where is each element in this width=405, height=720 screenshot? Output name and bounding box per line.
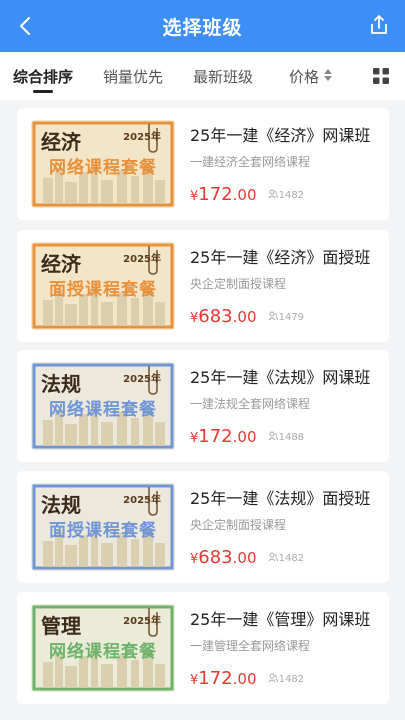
course-card[interactable]: 经济 2025年 网络课程套餐 25年一建《经济》网课班 一建经济全套网络课程 … bbox=[17, 108, 389, 220]
course-title: 25年一建《经济》网课班 bbox=[190, 126, 371, 145]
course-subtitle: 一建经济全套网络课程 bbox=[190, 155, 311, 169]
course-subtitle: 一建管理全套网络课程 bbox=[190, 639, 311, 653]
people-icon bbox=[268, 552, 278, 562]
course-info: 25年一建《经济》面授班 央企定制面授课程 ¥683.00 1479 bbox=[190, 244, 380, 327]
course-card[interactable]: 法规 2025年 面授课程套餐 25年一建《法规》面授班 央企定制面授课程 ¥6… bbox=[17, 471, 389, 583]
tab-newest[interactable]: 最新班级 bbox=[193, 66, 253, 87]
active-tab-indicator bbox=[33, 90, 53, 93]
course-price: ¥683.00 bbox=[190, 547, 257, 568]
thumbnail-kind: 网络课程套餐 bbox=[49, 642, 157, 662]
thumbnail-year: 2025年 bbox=[123, 254, 161, 265]
course-thumbnail: 法规 2025年 面授课程套餐 bbox=[31, 483, 175, 571]
price-row: ¥172.00 1482 bbox=[190, 668, 304, 689]
thumbnail-year: 2025年 bbox=[123, 495, 161, 506]
price-integer: 172 bbox=[198, 426, 233, 447]
course-thumbnail: 经济 2025年 网络课程套餐 bbox=[31, 120, 175, 208]
course-title: 25年一建《管理》网课班 bbox=[190, 610, 371, 629]
count-value: 1479 bbox=[278, 312, 305, 323]
thumbnail-subject: 法规 bbox=[41, 372, 81, 396]
price-row: ¥172.00 1488 bbox=[190, 426, 304, 447]
tab-sales[interactable]: 销量优先 bbox=[103, 66, 163, 87]
thumbnail-year: 2025年 bbox=[123, 616, 161, 627]
thumbnail-kind: 面授课程套餐 bbox=[49, 280, 157, 300]
thumbnail-subject: 法规 bbox=[41, 493, 81, 517]
course-subtitle: 央企定制面授课程 bbox=[190, 518, 287, 532]
price-decimal: .00 bbox=[232, 428, 257, 446]
thumbnail-year: 2025年 bbox=[123, 132, 161, 143]
course-info: 25年一建《法规》网课班 一建法规全套网络课程 ¥172.00 1488 bbox=[190, 364, 380, 447]
price-integer: 172 bbox=[198, 184, 233, 205]
price-decimal: .00 bbox=[232, 670, 257, 688]
enrollment-count: 1482 bbox=[268, 189, 304, 201]
people-icon bbox=[268, 431, 278, 441]
course-thumbnail: 法规 2025年 网络课程套餐 bbox=[31, 362, 175, 450]
sort-arrows-icon[interactable] bbox=[323, 67, 333, 83]
enrollment-count: 1482 bbox=[268, 673, 304, 685]
course-thumbnail: 管理 2025年 网络课程套餐 bbox=[31, 604, 175, 692]
count-value: 1488 bbox=[278, 432, 305, 443]
course-title: 25年一建《经济》面授班 bbox=[190, 248, 371, 267]
course-thumbnail: 经济 2025年 面授课程套餐 bbox=[31, 242, 175, 330]
course-title: 25年一建《法规》面授班 bbox=[190, 489, 371, 508]
thumbnail-kind: 面授课程套餐 bbox=[49, 521, 157, 541]
enrollment-count: 1482 bbox=[268, 552, 304, 564]
course-card[interactable]: 经济 2025年 面授课程套餐 25年一建《经济》面授班 央企定制面授课程 ¥6… bbox=[17, 230, 389, 342]
price-decimal: .00 bbox=[232, 549, 257, 567]
page-title: 选择班级 bbox=[162, 17, 243, 39]
course-info: 25年一建《经济》网课班 一建经济全套网络课程 ¥172.00 1482 bbox=[190, 122, 380, 205]
price-integer: 683 bbox=[198, 547, 233, 568]
course-price: ¥172.00 bbox=[190, 426, 257, 447]
price-row: ¥172.00 1482 bbox=[190, 184, 304, 205]
enrollment-count: 1488 bbox=[268, 431, 304, 443]
thumbnail-kind: 网络课程套餐 bbox=[49, 158, 157, 178]
price-decimal: .00 bbox=[232, 308, 257, 326]
course-subtitle: 央企定制面授课程 bbox=[190, 277, 287, 291]
tab-comprehensive[interactable]: 综合排序 bbox=[13, 66, 73, 87]
price-row: ¥683.00 1479 bbox=[190, 306, 304, 327]
count-value: 1482 bbox=[278, 674, 305, 685]
price-integer: 172 bbox=[198, 668, 233, 689]
thumbnail-kind: 网络课程套餐 bbox=[49, 400, 157, 420]
thumbnail-year: 2025年 bbox=[123, 374, 161, 385]
tab-price[interactable]: 价格 bbox=[289, 66, 319, 87]
thumbnail-subject: 经济 bbox=[41, 130, 81, 154]
course-card[interactable]: 管理 2025年 网络课程套餐 25年一建《管理》网课班 一建管理全套网络课程 … bbox=[17, 592, 389, 704]
people-icon bbox=[268, 673, 278, 683]
price-row: ¥683.00 1482 bbox=[190, 547, 304, 568]
count-value: 1482 bbox=[278, 190, 305, 201]
grid-view-icon[interactable] bbox=[372, 67, 390, 85]
course-info: 25年一建《管理》网课班 一建管理全套网络课程 ¥172.00 1482 bbox=[190, 606, 380, 689]
thumbnail-subject: 管理 bbox=[41, 614, 81, 638]
people-icon bbox=[268, 311, 278, 321]
course-price: ¥172.00 bbox=[190, 184, 257, 205]
people-icon bbox=[268, 189, 278, 199]
course-price: ¥683.00 bbox=[190, 306, 257, 327]
course-subtitle: 一建法规全套网络课程 bbox=[190, 397, 311, 411]
course-price: ¥172.00 bbox=[190, 668, 257, 689]
price-integer: 683 bbox=[198, 306, 233, 327]
thumbnail-subject: 经济 bbox=[41, 252, 81, 276]
enrollment-count: 1479 bbox=[268, 311, 304, 323]
count-value: 1482 bbox=[278, 553, 305, 564]
course-title: 25年一建《法规》网课班 bbox=[190, 368, 371, 387]
course-card[interactable]: 法规 2025年 网络课程套餐 25年一建《法规》网课班 一建法规全套网络课程 … bbox=[17, 350, 389, 462]
app-header: 选择班级 bbox=[0, 0, 405, 52]
price-decimal: .00 bbox=[232, 186, 257, 204]
share-icon[interactable] bbox=[367, 13, 391, 37]
sort-tabs: 综合排序 销量优先 最新班级 价格 bbox=[0, 52, 405, 100]
course-info: 25年一建《法规》面授班 央企定制面授课程 ¥683.00 1482 bbox=[190, 485, 380, 568]
